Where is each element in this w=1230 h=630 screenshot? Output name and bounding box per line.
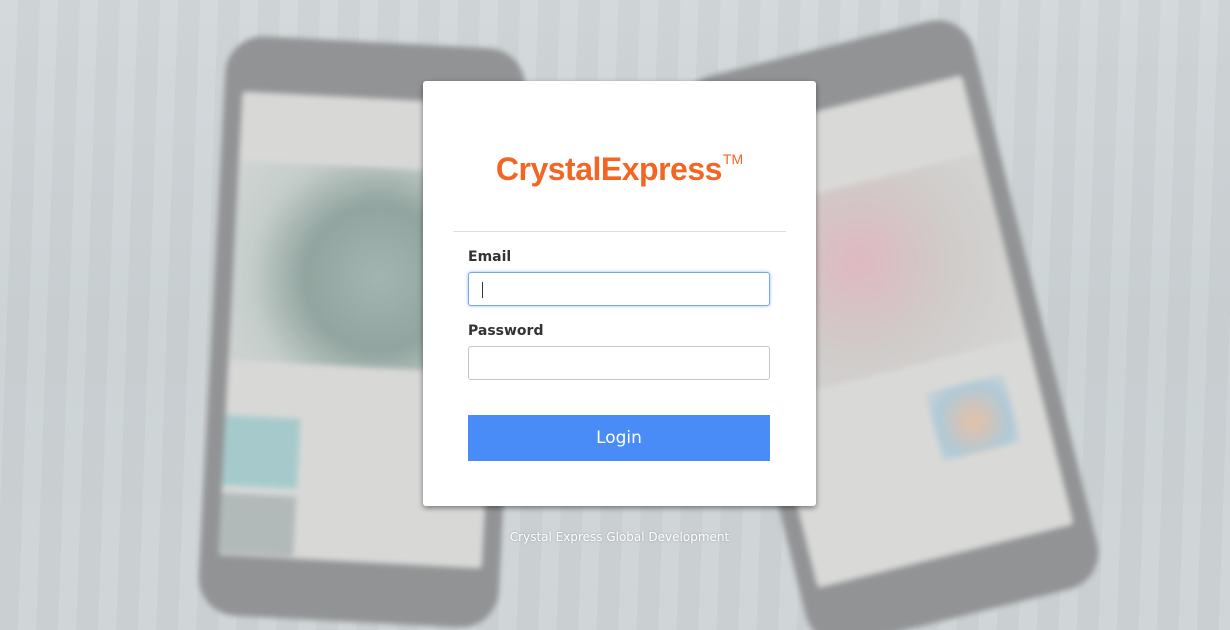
trademark-symbol: TM [722,151,744,167]
brand-logo: CrystalExpressTM [423,151,816,188]
brand-logo-text: CrystalExpress [495,151,723,187]
text-cursor [482,282,483,298]
footer-text: Crystal Express Global Development [509,530,730,544]
logo-divider [453,231,786,232]
password-field[interactable] [468,346,770,380]
login-button[interactable]: Login [468,415,770,461]
email-field[interactable] [468,272,770,306]
password-label: Password [468,323,544,339]
login-card: CrystalExpressTM Email Password Login [423,81,816,506]
email-label: Email [468,249,512,265]
